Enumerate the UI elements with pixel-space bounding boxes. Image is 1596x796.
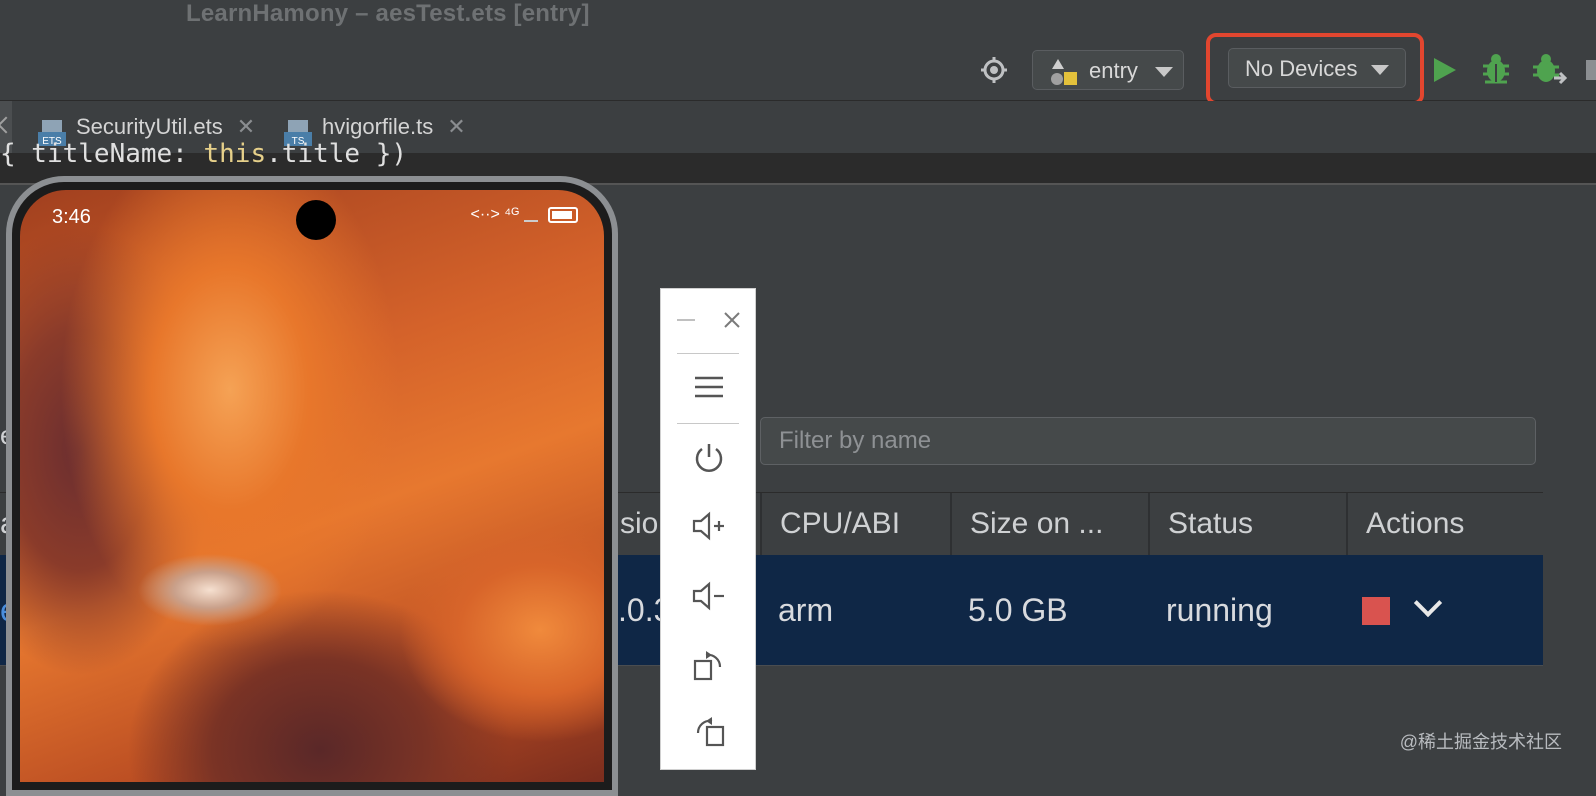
close-icon[interactable]: ✕ bbox=[237, 114, 255, 139]
row-cpu-abi: arm bbox=[778, 592, 834, 628]
divider bbox=[677, 423, 739, 424]
emulator-side-toolbar bbox=[660, 288, 756, 770]
divider bbox=[677, 353, 739, 354]
phone-screen[interactable]: 3:46 <··> ⁴ᴳ bbox=[20, 190, 604, 782]
filter-input[interactable] bbox=[761, 418, 1535, 464]
row-size: 5.0 GB bbox=[968, 592, 1068, 628]
status-bar-icons: <··> ⁴ᴳ bbox=[470, 206, 578, 224]
signal-icon bbox=[523, 208, 538, 222]
window-title: LearnHamony – aesTest.ets [entry] bbox=[186, 0, 590, 27]
chevron-down-icon bbox=[1155, 67, 1173, 77]
close-icon[interactable]: ✕ bbox=[447, 114, 465, 139]
rotate-right-icon[interactable] bbox=[692, 647, 726, 683]
device-select-highlight bbox=[1206, 33, 1424, 105]
column-header-cpu-abi[interactable]: CPU/ABI bbox=[760, 493, 950, 555]
module-select-label: entry bbox=[1089, 58, 1138, 83]
close-icon[interactable] bbox=[723, 311, 741, 329]
power-icon[interactable] bbox=[692, 441, 726, 475]
volume-down-icon[interactable] bbox=[691, 581, 727, 611]
module-select[interactable]: entry bbox=[1032, 50, 1184, 90]
target-icon[interactable] bbox=[980, 56, 1008, 84]
phone-emulator[interactable]: 3:46 <··> ⁴ᴳ bbox=[6, 176, 618, 796]
status-bar-time: 3:46 bbox=[52, 206, 91, 228]
run-icon[interactable] bbox=[1432, 56, 1458, 84]
phone-bezel: 3:46 <··> ⁴ᴳ bbox=[12, 182, 612, 790]
volume-up-icon[interactable] bbox=[691, 511, 727, 541]
tab-label: hvigorfile.ts bbox=[322, 114, 434, 139]
stop-icon[interactable] bbox=[1362, 597, 1390, 625]
code-line: { titleName: this.title }) bbox=[0, 139, 408, 169]
row-status: running bbox=[1166, 592, 1273, 628]
attach-debugger-icon[interactable] bbox=[1532, 52, 1568, 88]
filter-field[interactable] bbox=[760, 417, 1536, 465]
rotate-left-icon[interactable] bbox=[692, 713, 726, 749]
column-header-size[interactable]: Size on ... bbox=[950, 493, 1148, 555]
network-icon: <··> ⁴ᴳ bbox=[470, 206, 520, 223]
chevron-left-icon bbox=[0, 116, 15, 134]
module-icon bbox=[1051, 59, 1077, 85]
tab-label: SecurityUtil.ets bbox=[76, 114, 223, 139]
column-header-actions[interactable]: Actions bbox=[1346, 493, 1543, 555]
column-header-status[interactable]: Status bbox=[1148, 493, 1346, 555]
chevron-down-icon[interactable] bbox=[1413, 588, 1443, 618]
front-camera bbox=[296, 200, 336, 240]
debug-icon[interactable] bbox=[1480, 52, 1512, 86]
ets-file-icon: ETS bbox=[38, 114, 66, 147]
watermark: @稀土掘金技术社区 bbox=[1399, 732, 1562, 752]
toolbar-overflow[interactable] bbox=[1586, 60, 1596, 80]
minimize-icon[interactable] bbox=[677, 319, 695, 321]
menu-icon[interactable] bbox=[693, 375, 725, 399]
ts-file-icon: TS bbox=[284, 114, 312, 147]
battery-icon bbox=[548, 206, 578, 223]
